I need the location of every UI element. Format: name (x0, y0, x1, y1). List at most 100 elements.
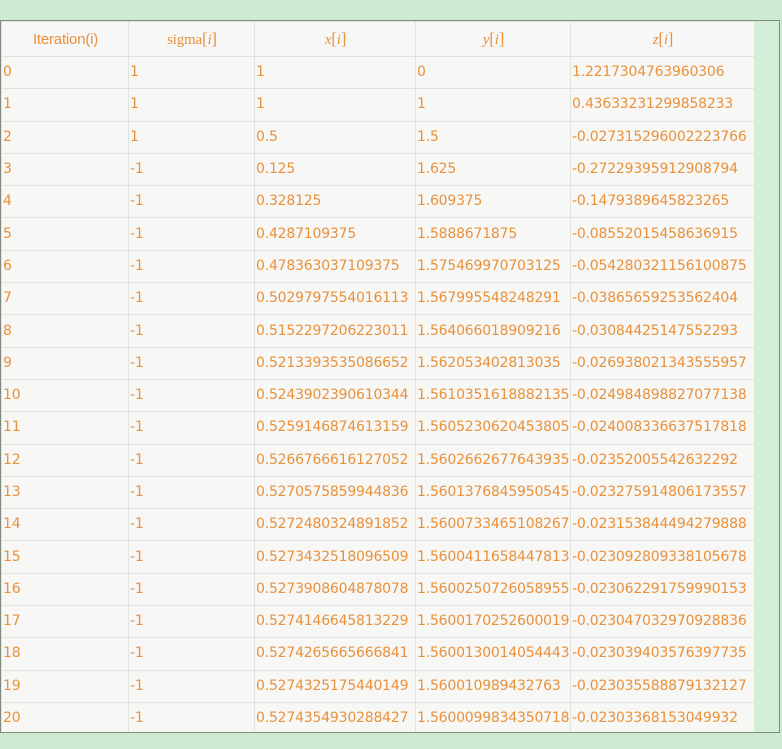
cell-iteration: 19 (1, 669, 129, 703)
cell-y: 0 (415, 55, 571, 90)
header-row: Iteration(i) sigma[i] x[i] y[i] z[i] (1, 21, 755, 57)
header-sigma-name: sigma (167, 32, 202, 48)
cell-sigma: 1 (128, 88, 255, 122)
cell-z: 0.43633231299858233 (570, 88, 755, 122)
cell-x: 0.5272480324891852 (254, 508, 416, 542)
cell-sigma: -1 (128, 637, 255, 671)
cell-z: -0.27229395912908794 (570, 152, 755, 187)
cell-z: -0.023092809338105678 (570, 540, 755, 574)
cell-sigma: -1 (128, 249, 255, 284)
cell-x: 0.5213393535086652 (254, 346, 416, 380)
table-row: 3 -1 0.125 1.625 -0.27229395912908794 (1, 152, 755, 187)
cell-x: 0.478363037109375 (254, 249, 416, 284)
header-z: z[i] (570, 21, 755, 57)
cell-z: -0.023153844494279888 (570, 508, 755, 542)
table-row: 16 -1 0.5273908604878078 1.5600250726058955… (1, 572, 755, 607)
cell-x: 0.5029797554016113 (254, 282, 416, 316)
cell-sigma: 1 (128, 55, 255, 90)
cell-sigma: -1 (128, 572, 255, 607)
cell-y: 1.5888671875 (415, 217, 571, 251)
cell-sigma: -1 (128, 346, 255, 380)
table-row: 12 -1 0.5266766616127052 1.5602662677643935… (1, 443, 755, 477)
table-row: 7 -1 0.5029797554016113 1.567995548248291 -0… (1, 282, 755, 316)
cell-x: 0.5270575859944836 (254, 475, 416, 510)
table-frame: Iteration(i) sigma[i] x[i] y[i] z[i] 011… (0, 20, 780, 733)
cell-iteration: 17 (1, 605, 129, 639)
cell-iteration: 11 (1, 411, 129, 445)
cell-y: 1.5610351618882135 (415, 378, 571, 413)
cell-x: 0.5259146874613159 (254, 411, 416, 445)
cell-z: -0.027315296002223766 (570, 120, 755, 154)
iteration-table: Iteration(i) sigma[i] x[i] y[i] z[i] 011… (1, 21, 755, 732)
cell-sigma: -1 (128, 508, 255, 542)
cell-iteration: 18 (1, 637, 129, 671)
cell-y: 1.575469970703125 (415, 249, 571, 284)
cell-iteration: 16 (1, 572, 129, 607)
cell-x: 0.328125 (254, 185, 416, 219)
table-row: 14 -1 0.5272480324891852 1.5600733465108267… (1, 508, 755, 542)
table-body: 0 1 1 0 1.2217304763960306 1 1 1 1 0.436332312998… (1, 55, 755, 732)
cell-iteration: 13 (1, 475, 129, 510)
cell-sigma: -1 (128, 282, 255, 316)
table-row: 20 -1 0.5274354930288427 1.5600099834350718… (1, 701, 755, 732)
cell-sigma: -1 (128, 314, 255, 348)
cell-iteration: 0 (1, 55, 129, 90)
cell-iteration: 8 (1, 314, 129, 348)
cell-x: 0.5274325175440149 (254, 669, 416, 703)
cell-sigma: -1 (128, 701, 255, 732)
cell-y: 1.5600733465108267 (415, 508, 571, 542)
cell-iteration: 15 (1, 540, 129, 574)
cell-x: 0.5274146645813229 (254, 605, 416, 639)
cell-iteration: 14 (1, 508, 129, 542)
cell-z: -0.023062291759990153 (570, 572, 755, 607)
cell-sigma: -1 (128, 669, 255, 703)
cell-y: 1.5600130014054443 (415, 637, 571, 671)
cell-iteration: 6 (1, 249, 129, 284)
cell-x: 0.5243902390610344 (254, 378, 416, 413)
table-row: 10 -1 0.5243902390610344 1.5610351618882135… (1, 378, 755, 413)
table-row: 19 -1 0.5274325175440149 1.560010989432763-… (1, 669, 755, 703)
header-y: y[i] (415, 21, 571, 57)
cell-z: -0.03865659253562404 (570, 282, 755, 316)
cell-iteration: 1 (1, 88, 129, 122)
table-row: 5 -1 0.4287109375 1.5888671875 -0.0855201545… (1, 217, 755, 251)
cell-z: -0.023047032970928836 (570, 605, 755, 639)
cell-z: -0.054280321156100875 (570, 249, 755, 284)
header-sigma: sigma[i] (128, 21, 255, 57)
table-row: 18 -1 0.5274265665666841 1.5600130014054443… (1, 637, 755, 671)
table-row: 2 1 0.5 1.5 -0.027315296002223766 (1, 120, 755, 154)
cell-sigma: -1 (128, 605, 255, 639)
table-row: 17 -1 0.5274146645813229 1.5600170252600019… (1, 605, 755, 639)
table-row: 1 1 1 1 0.43633231299858233 (1, 88, 755, 122)
cell-iteration: 9 (1, 346, 129, 380)
cell-y: 1 (415, 88, 571, 122)
cell-iteration: 2 (1, 120, 129, 154)
table-row: 0 1 1 0 1.2217304763960306 (1, 55, 755, 90)
cell-y: 1.609375 (415, 185, 571, 219)
cell-x: 0.125 (254, 152, 416, 187)
cell-sigma: -1 (128, 475, 255, 510)
cell-iteration: 12 (1, 443, 129, 477)
cell-y: 1.560010989432763 (415, 669, 571, 703)
cell-z: -0.023035588879132127 (570, 669, 755, 703)
cell-y: 1.5600170252600019 (415, 605, 571, 639)
header-x: x[i] (254, 21, 416, 57)
cell-sigma: 1 (128, 120, 255, 154)
cell-x: 1 (254, 55, 416, 90)
cell-iteration: 7 (1, 282, 129, 316)
cell-y: 1.5 (415, 120, 571, 154)
cell-z: -0.026938021343555957 (570, 346, 755, 380)
cell-iteration: 20 (1, 701, 129, 732)
cell-x: 0.5266766616127052 (254, 443, 416, 477)
cell-x: 0.4287109375 (254, 217, 416, 251)
header-iteration: Iteration(i) (1, 21, 129, 57)
cell-x: 0.5274265665666841 (254, 637, 416, 671)
cell-y: 1.5602662677643935 (415, 443, 571, 477)
cell-x: 0.5273432518096509 (254, 540, 416, 574)
table-row: 4 -1 0.328125 1.609375 -0.1479389645823265 (1, 185, 755, 219)
cell-z: -0.023039403576397735 (570, 637, 755, 671)
cell-y: 1.5601376845950545 (415, 475, 571, 510)
cell-sigma: -1 (128, 217, 255, 251)
cell-z: -0.08552015458636915 (570, 217, 755, 251)
cell-z: -0.024008336637517818 (570, 411, 755, 445)
